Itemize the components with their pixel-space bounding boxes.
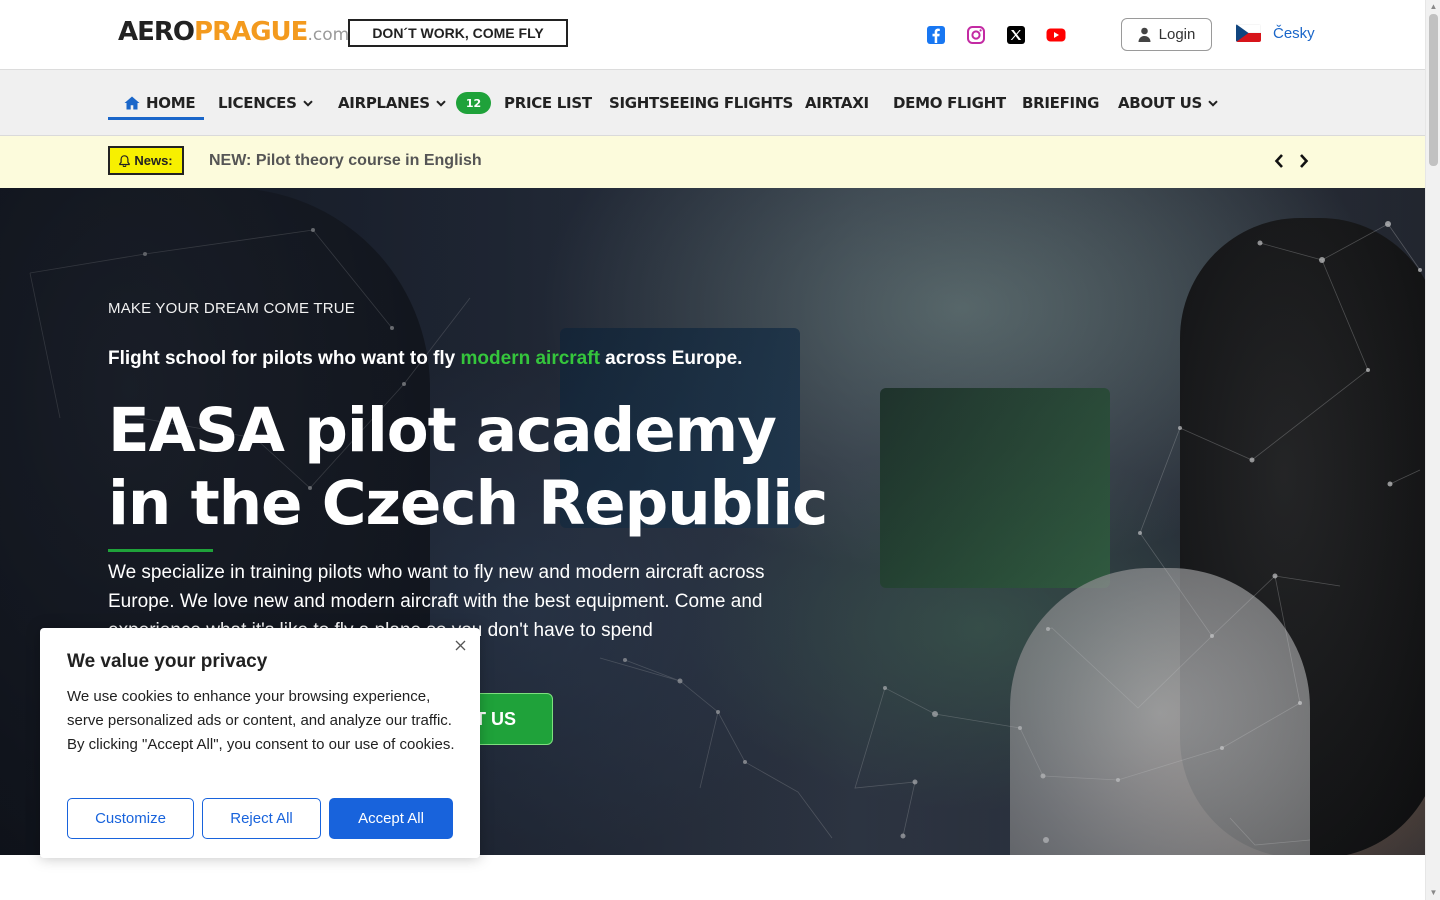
nav-label-airtaxi: AIRTAXI: [805, 94, 869, 112]
news-next-button[interactable]: [1295, 151, 1313, 171]
nav-label-price-list: PRICE LIST: [504, 94, 592, 112]
hero-title: EASA pilot academy in the Czech Republic: [108, 395, 828, 539]
login-button[interactable]: Login: [1121, 18, 1212, 51]
nav-label-about-us: ABOUT US: [1118, 94, 1203, 112]
home-icon: [124, 96, 140, 110]
site-logo[interactable]: AERO PRAGUE .com: [118, 17, 349, 47]
top-bar: AERO PRAGUE .com DON´T WORK, COME FLY Lo…: [0, 0, 1425, 70]
nav-label-licences: LICENCES: [218, 94, 297, 112]
hero-lead-start: Flight school for pilots who want to fly: [108, 348, 461, 369]
chevron-down-icon: [1208, 99, 1218, 107]
nav-item-home[interactable]: HOME: [124, 70, 196, 136]
scroll-down-icon[interactable]: ▼: [1429, 888, 1438, 897]
nav-item-about-us[interactable]: ABOUT US: [1118, 70, 1218, 136]
nav-item-airplanes[interactable]: AIRPLANES 12: [338, 70, 492, 136]
nav-label-sightseeing: SIGHTSEEING FLIGHTS: [609, 94, 794, 112]
page-scrollbar[interactable]: ▲ ▼: [1425, 0, 1440, 900]
nav-item-briefing[interactable]: BRIEFING: [1022, 70, 1099, 136]
nav-label-airplanes: AIRPLANES: [338, 94, 430, 112]
news-headline-link[interactable]: NEW: Pilot theory course in English: [209, 152, 482, 170]
news-ticker: News: NEW: Pilot theory course in Englis…: [0, 136, 1425, 188]
cookie-title: We value your privacy: [67, 651, 268, 672]
airplanes-count-badge: 12: [455, 92, 492, 114]
active-nav-indicator: [108, 117, 204, 120]
news-prev-button[interactable]: [1270, 151, 1288, 171]
news-label-box: News:: [108, 146, 184, 175]
language-label: Česky: [1273, 24, 1315, 42]
nav-label-briefing: BRIEFING: [1022, 94, 1100, 112]
logo-part-prague: PRAGUE: [194, 17, 308, 47]
login-label: Login: [1158, 26, 1196, 43]
youtube-icon[interactable]: [1045, 24, 1067, 46]
main-navigation: HOME LICENCES AIRPLANES 12 PRICE LIST SI…: [0, 70, 1425, 136]
bell-icon: [119, 154, 131, 167]
instagram-icon[interactable]: [965, 24, 987, 46]
nav-item-sightseeing-flights[interactable]: SIGHTSEEING FLIGHTS: [609, 70, 793, 136]
nav-label-demo-flight: DEMO FLIGHT: [893, 94, 1006, 112]
x-twitter-icon[interactable]: [1005, 24, 1027, 46]
scrollbar-thumb[interactable]: [1429, 14, 1438, 166]
chevron-left-icon: [1274, 154, 1283, 168]
nav-item-demo-flight[interactable]: DEMO FLIGHT: [893, 70, 1006, 136]
hero-lead-end: across Europe.: [599, 348, 743, 369]
news-label-text: News:: [134, 153, 173, 168]
facebook-icon[interactable]: [925, 24, 947, 46]
nav-item-licences[interactable]: LICENCES: [218, 70, 313, 136]
hero-eyebrow: MAKE YOUR DREAM COME TRUE: [108, 300, 355, 317]
hero-lead-highlight: modern aircraft: [460, 348, 600, 369]
cookie-description: We use cookies to enhance your browsing …: [67, 688, 455, 753]
title-accent-line: [108, 549, 213, 552]
chevron-down-icon: [302, 99, 313, 107]
language-switch[interactable]: Česky: [1236, 24, 1315, 42]
close-icon[interactable]: [452, 637, 468, 653]
accept-all-button[interactable]: Accept All: [329, 798, 453, 839]
reject-all-button[interactable]: Reject All: [202, 798, 321, 839]
hero-lead: Flight school for pilots who want to fly…: [108, 348, 742, 370]
nav-item-price-list[interactable]: PRICE LIST: [504, 70, 592, 136]
logo-part-com: .com: [307, 25, 350, 45]
chevron-right-icon: [1300, 154, 1309, 168]
nav-item-airtaxi[interactable]: AIRTAXI: [805, 70, 869, 136]
chevron-down-icon: [436, 99, 446, 107]
slogan-box: DON´T WORK, COME FLY: [348, 19, 568, 47]
logo-part-aero: AERO: [118, 17, 195, 47]
customize-button[interactable]: Customize: [67, 798, 194, 839]
nav-label-home: HOME: [146, 94, 196, 112]
czech-flag-icon: [1236, 24, 1261, 42]
cookie-consent-dialog: We value your privacy We use cookies to …: [40, 628, 480, 858]
user-icon: [1138, 27, 1151, 42]
scroll-up-icon[interactable]: ▲: [1429, 2, 1438, 11]
